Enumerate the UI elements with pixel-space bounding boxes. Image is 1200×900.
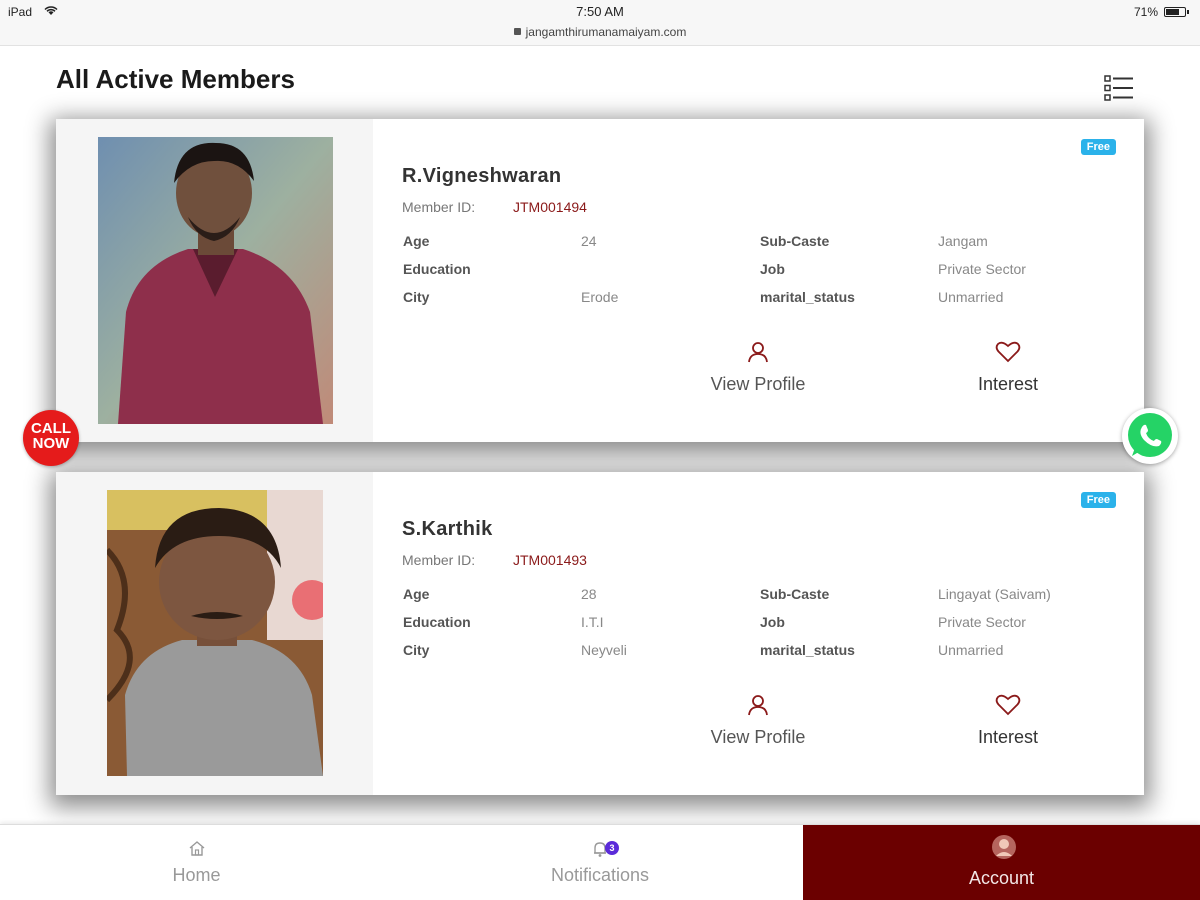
marital-status-label: marital_status (760, 642, 855, 658)
sub-caste-label: Sub-Caste (760, 233, 830, 249)
city-value: Neyveli (581, 642, 627, 658)
url-bar[interactable]: jangamthirumanamaiyam.com (0, 25, 1200, 39)
nav-notifications[interactable]: Notifications (400, 825, 800, 900)
view-profile-button[interactable]: View Profile (698, 341, 818, 395)
sub-caste-label: Sub-Caste (760, 586, 830, 602)
education-value: I.T.I (581, 614, 604, 630)
job-value: Private Sector (938, 614, 1026, 630)
marital-status-value: Unmarried (938, 642, 1004, 658)
photo-area (56, 472, 373, 795)
list-view-icon[interactable] (1104, 74, 1134, 102)
free-badge: Free (1080, 139, 1116, 155)
whatsapp-button[interactable] (1122, 408, 1178, 464)
age-label: Age (403, 233, 430, 249)
city-label: City (403, 642, 430, 658)
free-badge: Free (1080, 492, 1116, 508)
notification-count-badge: 3 (605, 841, 619, 855)
page-title: All Active Members (56, 64, 295, 94)
nav-account-label: Account (968, 868, 1035, 888)
job-label: Job (760, 261, 785, 277)
member-id-value: JTM001493 (513, 552, 587, 568)
marital-status-value: Unmarried (938, 289, 1004, 305)
member-id-label: Member ID: (402, 552, 476, 568)
avatar (992, 835, 1016, 859)
member-id-value: JTM001494 (513, 199, 587, 215)
clock: 7:50 AM (576, 4, 624, 19)
interest-label: Interest (977, 374, 1039, 394)
member-name[interactable]: S.Karthik (402, 518, 493, 541)
heart-icon (995, 694, 1021, 716)
age-value: 24 (581, 233, 597, 249)
city-value: Erode (581, 289, 619, 305)
url-text: jangamthirumanamaiyam.com (525, 25, 687, 39)
job-value: Private Sector (938, 261, 1026, 277)
city-label: City (403, 289, 430, 305)
nav-notifications-label: Notifications (550, 865, 650, 885)
age-label: Age (403, 586, 430, 602)
battery-icon (1164, 7, 1189, 17)
battery-percent: 71% (1133, 5, 1158, 19)
marital-status-label: marital_status (760, 289, 855, 305)
user-icon (748, 695, 768, 716)
lock-icon (513, 28, 521, 35)
view-profile-label: View Profile (710, 727, 806, 747)
sub-caste-value: Jangam (938, 233, 988, 249)
photo-area (56, 119, 373, 442)
member-id-label: Member ID: (402, 199, 476, 215)
status-bar: iPad 7:50 AM jangamthirumanamaiyam.com 7… (0, 0, 1200, 46)
view-profile-label: View Profile (710, 374, 806, 394)
job-label: Job (760, 614, 785, 630)
nav-account[interactable]: Account (803, 825, 1200, 900)
view-profile-button[interactable]: View Profile (698, 694, 818, 748)
user-icon (748, 342, 768, 363)
interest-label: Interest (977, 727, 1039, 747)
member-card: Free S.Karthik Member ID: JTM001493 Age … (56, 472, 1144, 795)
member-card: Free R.Vigneshwaran Member ID: JTM001494… (56, 119, 1144, 442)
sub-caste-value: Lingayat (Saivam) (938, 586, 1051, 602)
nav-home-label: Home (172, 865, 221, 885)
bottom-nav: Home Notifications 3 Account (0, 824, 1200, 900)
nav-home[interactable]: Home (0, 825, 393, 900)
interest-button[interactable]: Interest (958, 341, 1058, 395)
education-label: Education (403, 261, 471, 277)
member-photo[interactable] (98, 137, 333, 424)
heart-icon (995, 341, 1021, 363)
member-name[interactable]: R.Vigneshwaran (402, 165, 561, 188)
age-value: 28 (581, 586, 597, 602)
home-icon (189, 841, 205, 856)
call-now-button[interactable]: CALL NOW (23, 410, 79, 466)
interest-button[interactable]: Interest (958, 694, 1058, 748)
whatsapp-icon (1128, 413, 1172, 457)
member-photo[interactable] (107, 490, 323, 776)
education-label: Education (403, 614, 471, 630)
